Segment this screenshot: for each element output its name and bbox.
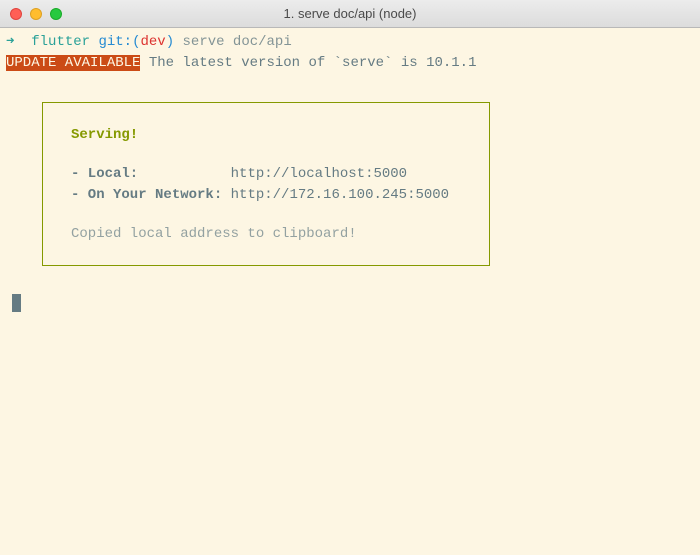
prompt-line: ➜ flutter git:(dev) serve doc/api [6,32,694,53]
maximize-icon[interactable] [50,8,62,20]
copied-message: Copied local address to clipboard! [71,224,465,245]
git-close: ) [166,34,174,50]
cursor-icon [12,294,21,312]
terminal-content[interactable]: ➜ flutter git:(dev) serve doc/api UPDATE… [0,28,700,316]
local-entry: - Local: http://localhost:5000 [71,164,465,185]
network-entry: - On Your Network: http://172.16.100.245… [71,185,465,206]
window-title: 1. serve doc/api (node) [0,6,700,21]
git-branch: dev [140,34,165,50]
serving-heading: Serving! [71,125,465,146]
prompt-arrow-icon: ➜ [6,34,14,50]
update-message: The latest version of `serve` is 10.1.1 [140,55,476,71]
command-text: serve doc/api [183,34,292,50]
traffic-lights [0,8,62,20]
network-url[interactable]: http://172.16.100.245:5000 [231,187,449,203]
git-label: git:( [98,34,140,50]
update-badge: UPDATE AVAILABLE [6,55,140,71]
minimize-icon[interactable] [30,8,42,20]
local-url[interactable]: http://localhost:5000 [231,166,407,182]
prompt-dir: flutter [31,34,90,50]
local-label: - Local: [71,166,231,182]
update-line: UPDATE AVAILABLE The latest version of `… [6,53,694,74]
network-label: - On Your Network: [71,187,231,203]
close-icon[interactable] [10,8,22,20]
serve-box: Serving! - Local: http://localhost:5000 … [42,102,490,266]
window-titlebar: 1. serve doc/api (node) [0,0,700,28]
